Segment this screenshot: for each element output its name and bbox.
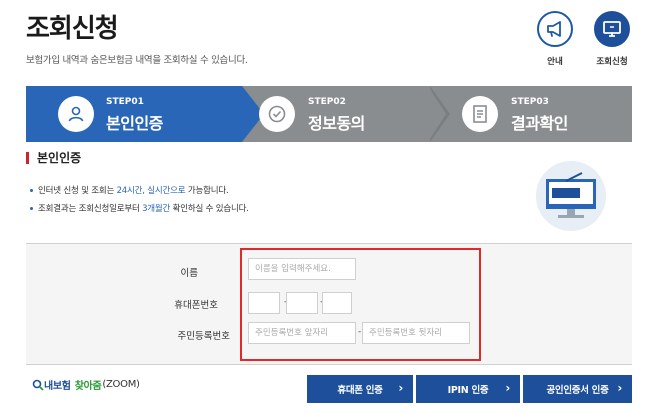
page-description: 보험가입 내역과 숨은보험금 내역을 조회하실 수 있습니다. <box>26 55 248 66</box>
highlight-box <box>240 248 481 361</box>
zoom-service-link[interactable]: 내보험 찾아줌 (ZOOM) <box>32 377 140 392</box>
phone-label: 휴대폰번호 <box>174 300 218 311</box>
certificate-auth-button[interactable]: 공인인증서 인증 › <box>523 375 632 403</box>
notice-text: 확인하실 수 있습니다. <box>170 204 249 214</box>
step-2-number: STEP02 <box>308 97 346 107</box>
apply-label: 조회신청 <box>596 57 628 67</box>
step-3-number: STEP03 <box>511 97 549 107</box>
notice-text: 가능합니다. <box>185 186 229 196</box>
phone-auth-button[interactable]: 휴대폰 인증 › <box>307 375 413 403</box>
rrn-label: 주민등록번호 <box>177 331 230 342</box>
document-icon <box>462 96 498 132</box>
notice-highlight: 24시간, 실시간으로 <box>116 186 186 196</box>
monitor-illustration-icon <box>536 161 606 231</box>
ipin-auth-label: IPIN 인증 <box>447 385 489 396</box>
chevron-right-icon: › <box>398 381 403 395</box>
check-circle-icon <box>259 96 295 132</box>
step-separator-inner <box>428 86 446 142</box>
guide-button[interactable]: 안내 <box>535 11 575 67</box>
step-1-number: STEP01 <box>106 97 144 107</box>
notice-text: 조회결과는 조회신청일로부터 <box>38 204 143 214</box>
notice-item: 조회결과는 조회신청일로부터 3개월간 확인하실 수 있습니다. <box>30 202 249 214</box>
bullet <box>30 189 33 192</box>
ipin-auth-button[interactable]: IPIN 인증 › <box>416 375 520 403</box>
section-title: 본인인증 <box>26 152 81 164</box>
notice-highlight: 3개월간 <box>142 204 171 214</box>
step-1-name: 본인인증 <box>106 114 163 133</box>
name-label: 이름 <box>180 268 198 279</box>
notice-text: 인터넷 신청 및 조회는 <box>38 186 117 196</box>
chevron-right-icon: › <box>505 381 510 395</box>
megaphone-icon <box>537 11 573 47</box>
search-icon <box>32 379 44 391</box>
zoom-main: 찾아줌 <box>74 381 102 392</box>
zoom-suffix: (ZOOM) <box>102 379 140 390</box>
step-2-name: 정보동의 <box>308 114 365 133</box>
notice-item: 인터넷 신청 및 조회는 24시간, 실시간으로 가능합니다. <box>30 184 229 196</box>
certificate-auth-label: 공인인증서 인증 <box>546 385 609 396</box>
phone-auth-label: 휴대폰 인증 <box>337 385 383 396</box>
monitor-icon <box>594 11 630 47</box>
page-title: 조회신청 <box>26 14 119 44</box>
step-progress: STEP01 본인인증 STEP02 정보동의 STEP03 결과확인 <box>26 86 632 142</box>
chevron-right-icon: › <box>617 381 622 395</box>
guide-label: 안내 <box>547 57 563 67</box>
apply-button[interactable]: 조회신청 <box>592 11 632 67</box>
person-icon <box>58 96 94 132</box>
bullet <box>30 207 33 210</box>
step-3-name: 결과확인 <box>511 114 568 133</box>
zoom-prefix: 내보험 <box>44 381 71 392</box>
